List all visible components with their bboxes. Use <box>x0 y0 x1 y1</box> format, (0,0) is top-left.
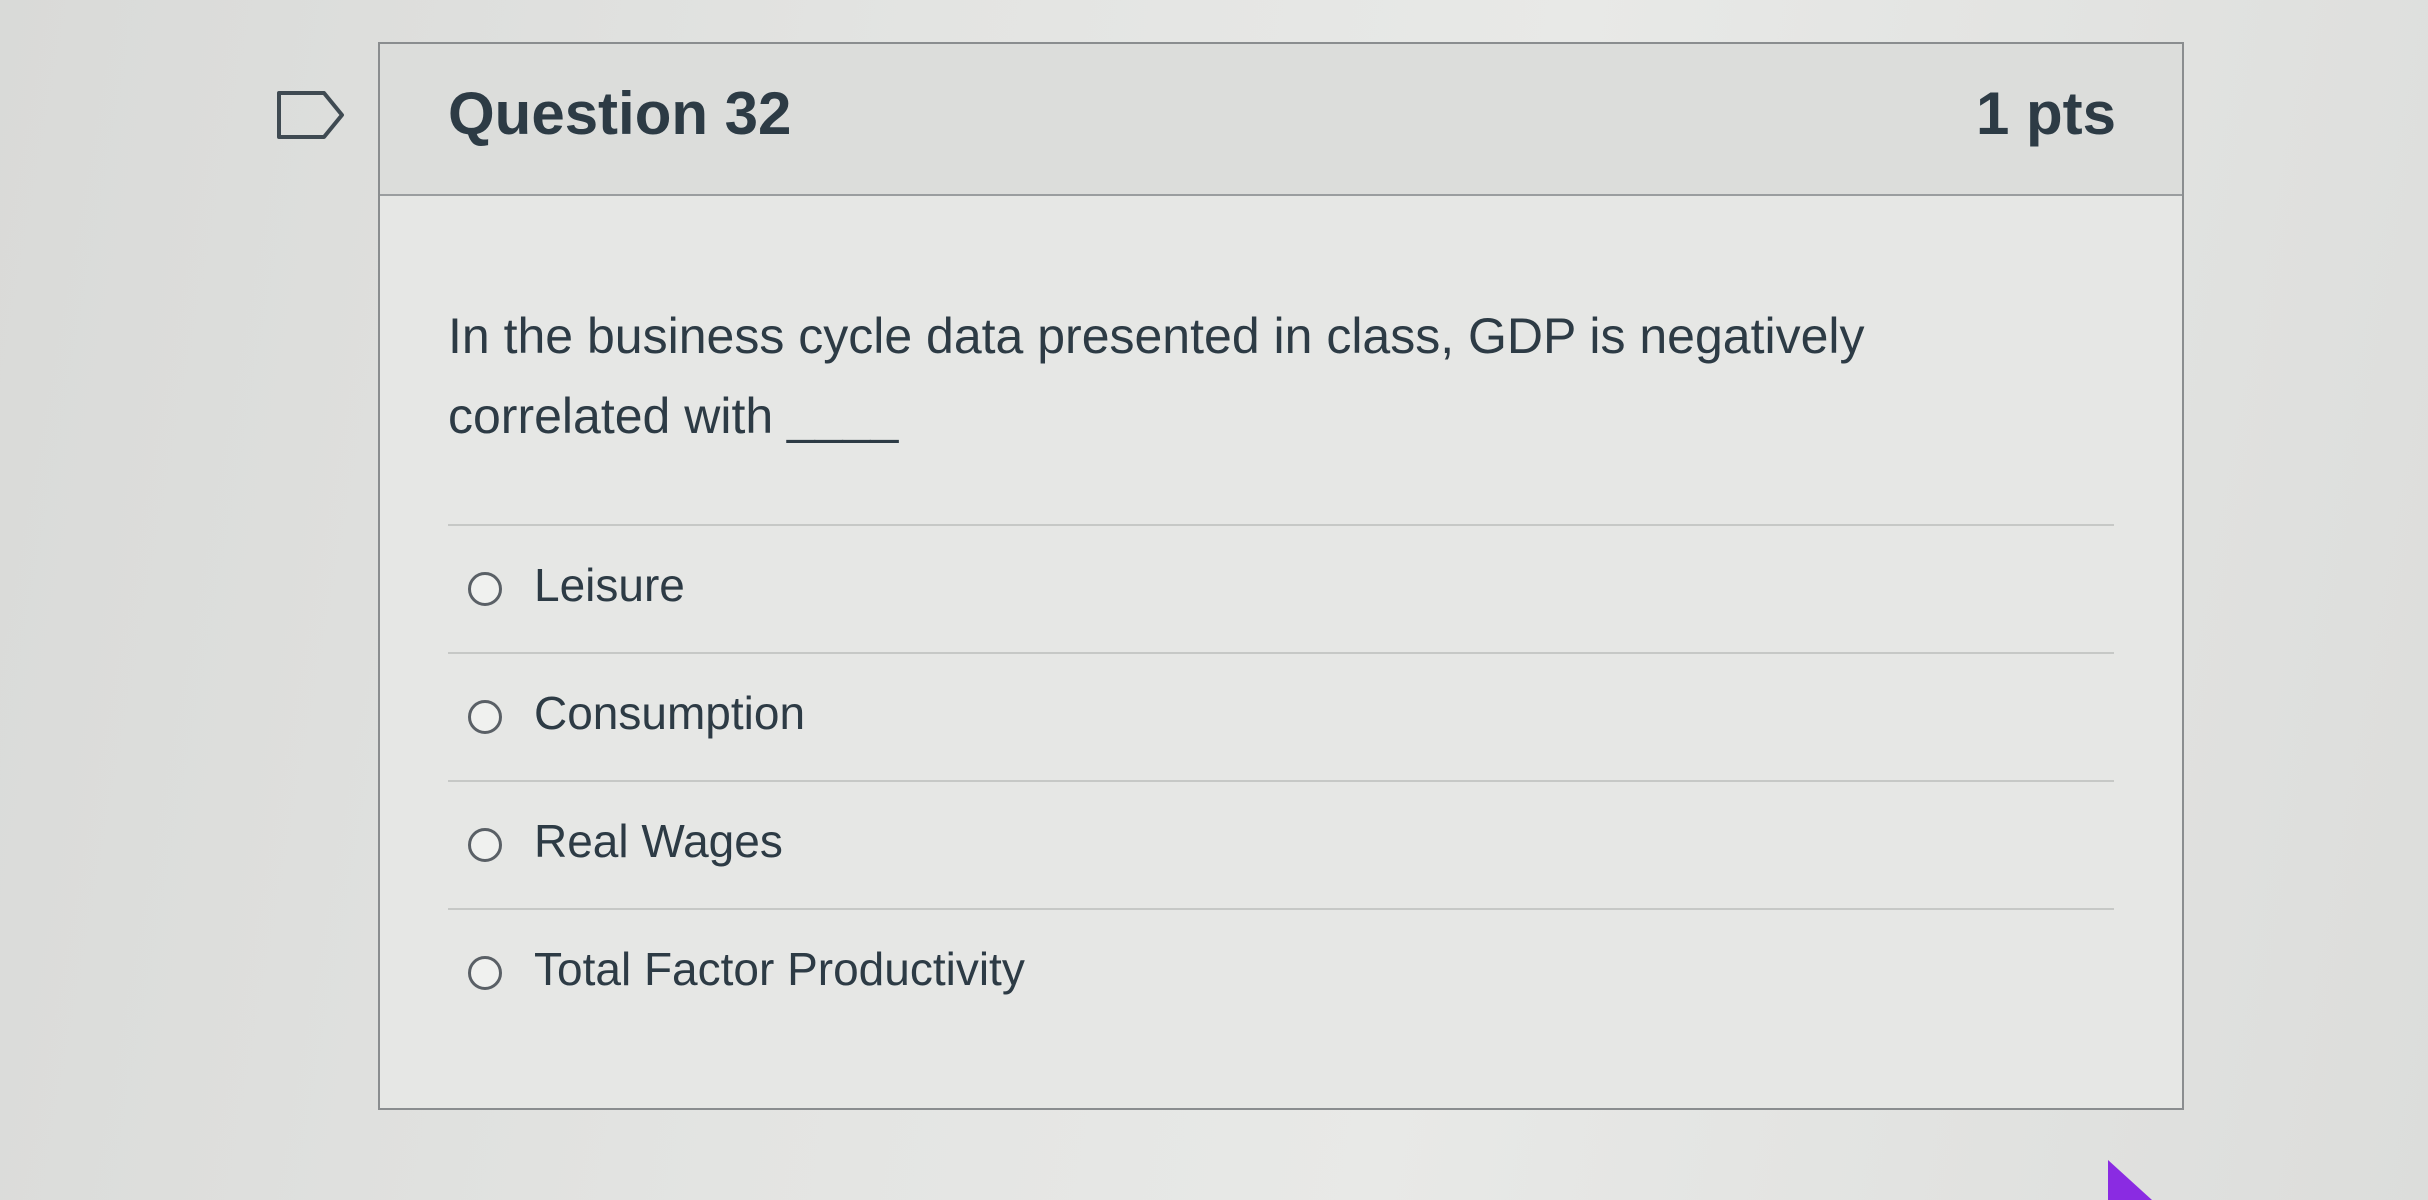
answer-list: Leisure Consumption Real Wages Total Fac… <box>448 524 2114 1038</box>
question-card: Question 32 1 pts In the business cycle … <box>378 42 2184 1110</box>
question-text: In the business cycle data presented in … <box>448 308 1865 444</box>
answer-label[interactable]: Consumption <box>534 690 805 736</box>
answer-option-consumption[interactable]: Consumption <box>448 654 2114 782</box>
answer-option-total-factor-productivity[interactable]: Total Factor Productivity <box>448 910 2114 1038</box>
radio-button[interactable] <box>468 956 502 990</box>
mouse-pointer-icon <box>2108 1160 2152 1200</box>
radio-button[interactable] <box>468 700 502 734</box>
answer-option-real-wages[interactable]: Real Wages <box>448 782 2114 910</box>
radio-button[interactable] <box>468 572 502 606</box>
answer-option-leisure[interactable]: Leisure <box>448 526 2114 654</box>
radio-button[interactable] <box>468 828 502 862</box>
question-points: 1 pts <box>1975 80 2116 147</box>
question-title: Question 32 <box>448 80 792 147</box>
answer-label[interactable]: Real Wages <box>534 818 783 864</box>
question-header: Question 32 1 pts <box>380 44 2182 196</box>
answer-label[interactable]: Leisure <box>534 562 685 608</box>
answer-label[interactable]: Total Factor Productivity <box>534 946 1025 992</box>
flag-question-icon[interactable] <box>276 90 346 140</box>
